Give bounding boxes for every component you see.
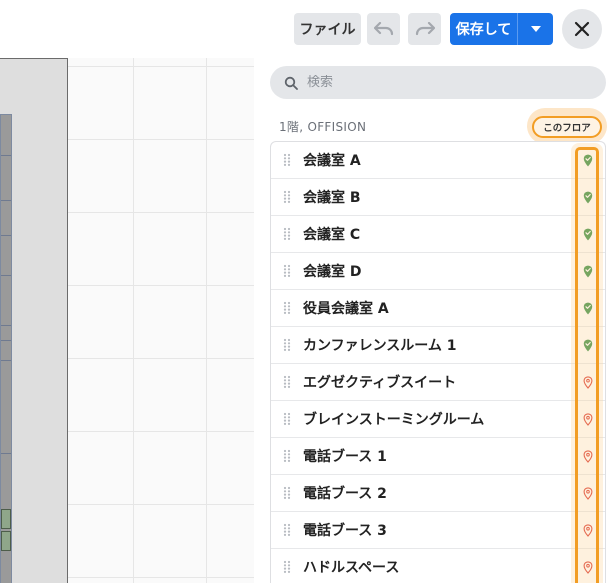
drag-handle-icon[interactable] (271, 338, 303, 352)
room-name: ハドルスペース (303, 560, 400, 576)
unplaced-location-pin-icon[interactable] (583, 413, 593, 426)
room-name: 会議室 C (303, 227, 361, 243)
room-name: エグゼクティブスイート (303, 375, 457, 391)
drag-handle-icon[interactable] (271, 153, 303, 167)
floor-plan-room-strip[interactable] (0, 114, 12, 583)
room-name: 会議室 A (303, 153, 361, 169)
room-name: ブレインストーミングルーム (303, 412, 485, 428)
room-divider (1, 200, 11, 201)
unplaced-location-pin-icon[interactable] (583, 524, 593, 537)
room-name: 会議室 D (303, 264, 362, 280)
room-list: 会議室 A 会議室 B 会議室 C 会議室 D 役員会議室 A カンファレンスル… (270, 141, 606, 583)
panel-toolbar: ファイル 保存して (254, 9, 614, 49)
drag-handle-icon[interactable] (271, 523, 303, 537)
drag-handle-icon[interactable] (271, 412, 303, 426)
room-name: 電話ブース 1 (303, 449, 387, 465)
save-options-dropdown[interactable] (517, 13, 553, 45)
room-list-item[interactable]: 会議室 A (271, 142, 605, 179)
room-divider (1, 325, 11, 326)
caret-down-icon (530, 26, 541, 32)
close-icon (574, 21, 590, 37)
placed-location-pin-icon[interactable] (583, 154, 593, 167)
room-list-item[interactable]: 会議室 D (271, 253, 605, 290)
unplaced-location-pin-icon[interactable] (583, 376, 593, 389)
this-floor-badge[interactable]: このフロア (532, 116, 602, 138)
room-name: 会議室 B (303, 190, 361, 206)
placed-location-pin-icon[interactable] (583, 339, 593, 352)
placed-location-pin-icon[interactable] (583, 302, 593, 315)
undo-icon (373, 22, 393, 36)
drag-handle-icon[interactable] (271, 375, 303, 389)
room-divider (1, 360, 11, 361)
rooms-side-panel: ファイル 保存して 検索 1階, OFFISION このフロア 会議室 A 会議… (254, 0, 614, 583)
room-name: 役員会議室 A (303, 301, 389, 317)
room-list-item[interactable]: エグゼクティブスイート (271, 364, 605, 401)
drag-handle-icon[interactable] (271, 449, 303, 463)
redo-icon (415, 22, 435, 36)
placed-location-pin-icon[interactable] (583, 228, 593, 241)
unplaced-location-pin-icon[interactable] (583, 487, 593, 500)
search-input[interactable] (307, 75, 587, 90)
save-button[interactable]: 保存して (450, 13, 517, 45)
search-bar[interactable] (270, 66, 606, 99)
unplaced-location-pin-icon[interactable] (583, 561, 593, 574)
floor-section-title: 1階, OFFISION (279, 120, 367, 134)
room-name: 電話ブース 3 (303, 523, 387, 539)
file-menu-button[interactable]: ファイル (294, 13, 361, 45)
drag-handle-icon[interactable] (271, 560, 303, 574)
room-divider (1, 453, 11, 454)
room-list-item[interactable]: ハドルスペース (271, 549, 605, 583)
placed-location-pin-icon[interactable] (583, 265, 593, 278)
room-divider (1, 275, 11, 276)
save-button-group: 保存して (450, 13, 553, 45)
undo-button[interactable] (367, 13, 400, 45)
room-divider (1, 235, 11, 236)
canvas-top-margin (0, 0, 254, 58)
canvas-grid[interactable] (68, 58, 254, 583)
drag-handle-icon[interactable] (271, 486, 303, 500)
floor-plan-canvas[interactable] (0, 0, 254, 583)
redo-button[interactable] (408, 13, 441, 45)
room-list-item[interactable]: ブレインストーミングルーム (271, 401, 605, 438)
room-divider (1, 340, 11, 341)
close-button[interactable] (562, 9, 602, 49)
drag-handle-icon[interactable] (271, 264, 303, 278)
room-list-item[interactable]: カンファレンスルーム 1 (271, 327, 605, 364)
placed-room-block[interactable] (1, 509, 11, 529)
unplaced-location-pin-icon[interactable] (583, 450, 593, 463)
room-list-item[interactable]: 電話ブース 3 (271, 512, 605, 549)
room-list-item[interactable]: 役員会議室 A (271, 290, 605, 327)
placed-room-block[interactable] (1, 531, 11, 551)
room-divider (1, 155, 11, 156)
room-list-item[interactable]: 電話ブース 2 (271, 475, 605, 512)
room-name: カンファレンスルーム 1 (303, 338, 457, 354)
room-list-item[interactable]: 会議室 B (271, 179, 605, 216)
placed-location-pin-icon[interactable] (583, 191, 593, 204)
room-name: 電話ブース 2 (303, 486, 387, 502)
room-list-item[interactable]: 電話ブース 1 (271, 438, 605, 475)
room-list-item[interactable]: 会議室 C (271, 216, 605, 253)
drag-handle-icon[interactable] (271, 190, 303, 204)
drag-handle-icon[interactable] (271, 227, 303, 241)
drag-handle-icon[interactable] (271, 301, 303, 315)
search-icon (283, 75, 299, 91)
